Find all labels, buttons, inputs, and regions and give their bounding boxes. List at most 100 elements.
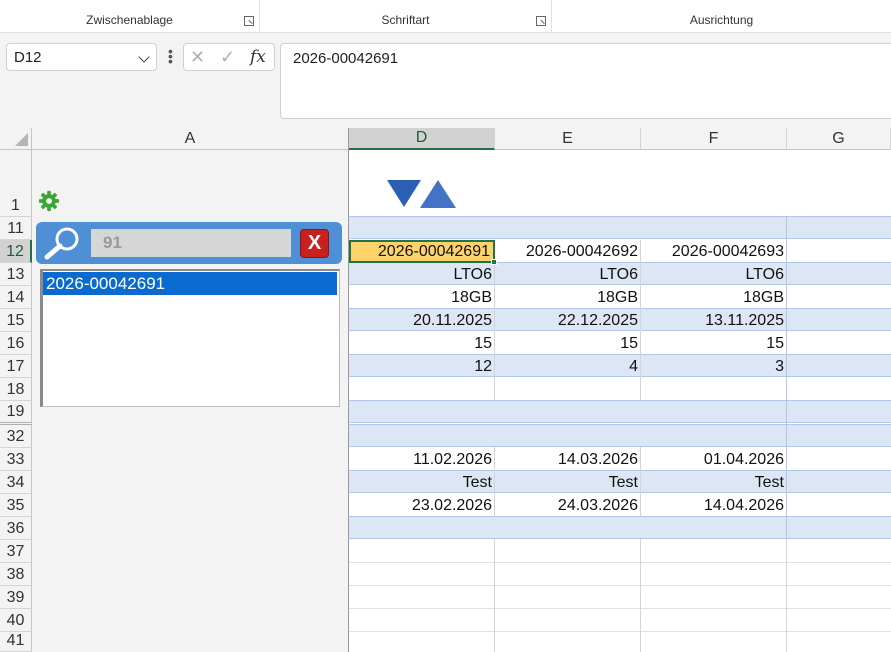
row-header-18[interactable]: 18: [0, 378, 32, 401]
cell-value: 15: [620, 334, 638, 352]
clear-search-label: X: [307, 232, 322, 254]
gridline: [349, 608, 891, 609]
row-header-33[interactable]: 33: [0, 448, 32, 471]
cell-d13[interactable]: LTO6: [349, 263, 495, 286]
column-header-e[interactable]: E: [495, 128, 641, 150]
cell-value: 14.03.2026: [557, 450, 638, 468]
column-divider: [348, 128, 349, 652]
column-header-a[interactable]: A: [32, 128, 349, 150]
cancel-icon[interactable]: ✕: [190, 47, 205, 68]
cell-e35[interactable]: 24.03.2026: [495, 494, 641, 517]
name-box[interactable]: D12: [6, 43, 157, 71]
sort-ascending-icon[interactable]: [420, 180, 456, 208]
row-header-32[interactable]: 32: [0, 425, 32, 448]
cell-value: Test: [608, 473, 638, 491]
gear-icon[interactable]: [38, 190, 60, 212]
row-header-34[interactable]: 34: [0, 471, 32, 494]
cell-d33[interactable]: 11.02.2026: [349, 448, 495, 471]
row-header-36[interactable]: 36: [0, 517, 32, 540]
cell-d17[interactable]: 12: [349, 355, 495, 378]
cell-f15[interactable]: 13.11.2025: [641, 309, 787, 332]
column-header-g[interactable]: G: [787, 128, 891, 150]
dialog-launcher-icon[interactable]: [244, 16, 254, 26]
list-item[interactable]: 2026-00042691: [43, 272, 337, 295]
cell-e17[interactable]: 4: [495, 355, 641, 378]
cell-d35[interactable]: 23.02.2026: [349, 494, 495, 517]
row-header-label: 38: [6, 566, 25, 583]
more-options-icon[interactable]: • • •: [168, 44, 173, 68]
cell-f12[interactable]: 2026-00042693: [641, 240, 787, 263]
clear-search-button[interactable]: X: [300, 229, 329, 258]
cell-e33[interactable]: 14.03.2026: [495, 448, 641, 471]
cell-value: 15: [474, 334, 492, 352]
formula-value: 2026-00042691: [293, 50, 399, 67]
formula-buttons: ✕ ✓ fx: [183, 43, 275, 71]
cell-e15[interactable]: 22.12.2025: [495, 309, 641, 332]
row-header-37[interactable]: 37: [0, 540, 32, 563]
column-header-d[interactable]: D: [349, 128, 495, 150]
row-header-label: 40: [6, 612, 25, 629]
sort-descending-icon[interactable]: [387, 180, 421, 207]
cell-f33[interactable]: 01.04.2026: [641, 448, 787, 471]
cell-f17[interactable]: 3: [641, 355, 787, 378]
cell-d34[interactable]: Test: [349, 471, 495, 494]
cell-value: LTO6: [745, 265, 784, 283]
insert-function-icon[interactable]: fx: [250, 47, 266, 67]
search-icon[interactable]: [43, 226, 83, 260]
row-header-39[interactable]: 39: [0, 586, 32, 609]
row-header-label: 1: [11, 197, 20, 214]
row-header-17[interactable]: 17: [0, 355, 32, 378]
cell-value: 15: [766, 334, 784, 352]
ribbon-group-clipboard[interactable]: Zwischenablage: [0, 0, 259, 33]
row-header-40[interactable]: 40: [0, 609, 32, 632]
row-header-41[interactable]: 41: [0, 632, 32, 652]
row-header-label: 36: [6, 520, 25, 537]
row-header-35[interactable]: 35: [0, 494, 32, 517]
cell-value: 2026-00042693: [671, 242, 784, 260]
row-header-11[interactable]: 11: [0, 217, 32, 240]
cell-e14[interactable]: 18GB: [495, 286, 641, 309]
cell-e12[interactable]: 2026-00042692: [495, 240, 641, 263]
column-header-label: G: [832, 129, 845, 147]
banded-row-36: [349, 516, 891, 539]
formula-input[interactable]: 2026-00042691: [280, 43, 891, 119]
list-item-label: 2026-00042691: [46, 274, 166, 293]
cell-e34[interactable]: Test: [495, 471, 641, 494]
enter-icon[interactable]: ✓: [220, 47, 235, 68]
cell-e13[interactable]: LTO6: [495, 263, 641, 286]
gridline: [494, 539, 495, 652]
cell-f14[interactable]: 18GB: [641, 286, 787, 309]
cell-f35[interactable]: 14.04.2026: [641, 494, 787, 517]
row-header-12[interactable]: 12: [0, 240, 32, 263]
column-header-f[interactable]: F: [641, 128, 787, 150]
cell-value: 18GB: [597, 288, 638, 306]
cell-f34[interactable]: Test: [641, 471, 787, 494]
ribbon: Zwischenablage Schriftart Ausrichtung: [0, 0, 891, 33]
row-header-label: 16: [6, 335, 25, 352]
cell-f16[interactable]: 15: [641, 332, 787, 355]
cell-d14[interactable]: 18GB: [349, 286, 495, 309]
ribbon-group-font[interactable]: Schriftart: [260, 0, 551, 33]
search-input[interactable]: [91, 229, 291, 257]
row-header-38[interactable]: 38: [0, 563, 32, 586]
row-header-1[interactable]: 1: [0, 150, 32, 217]
row-header-14[interactable]: 14: [0, 286, 32, 309]
cell-d12[interactable]: 2026-00042691: [349, 240, 495, 263]
gridline: [640, 539, 641, 652]
cell-value: 3: [775, 357, 784, 375]
ribbon-group-label: Ausrichtung: [689, 13, 754, 27]
row-header-13[interactable]: 13: [0, 263, 32, 286]
row-header-label: 17: [6, 358, 25, 375]
select-all-corner[interactable]: [0, 128, 32, 150]
row-header-15[interactable]: 15: [0, 309, 32, 332]
chevron-down-icon[interactable]: [138, 51, 150, 63]
row-header-16[interactable]: 16: [0, 332, 32, 355]
cell-f13[interactable]: LTO6: [641, 263, 787, 286]
cell-d15[interactable]: 20.11.2025: [349, 309, 495, 332]
cell-e16[interactable]: 15: [495, 332, 641, 355]
cell-d16[interactable]: 15: [349, 332, 495, 355]
dialog-launcher-icon[interactable]: [536, 16, 546, 26]
row-header-19[interactable]: 19: [0, 401, 32, 425]
ribbon-group-alignment[interactable]: Ausrichtung: [552, 0, 891, 33]
cell-value: 2026-00042691: [377, 242, 490, 260]
